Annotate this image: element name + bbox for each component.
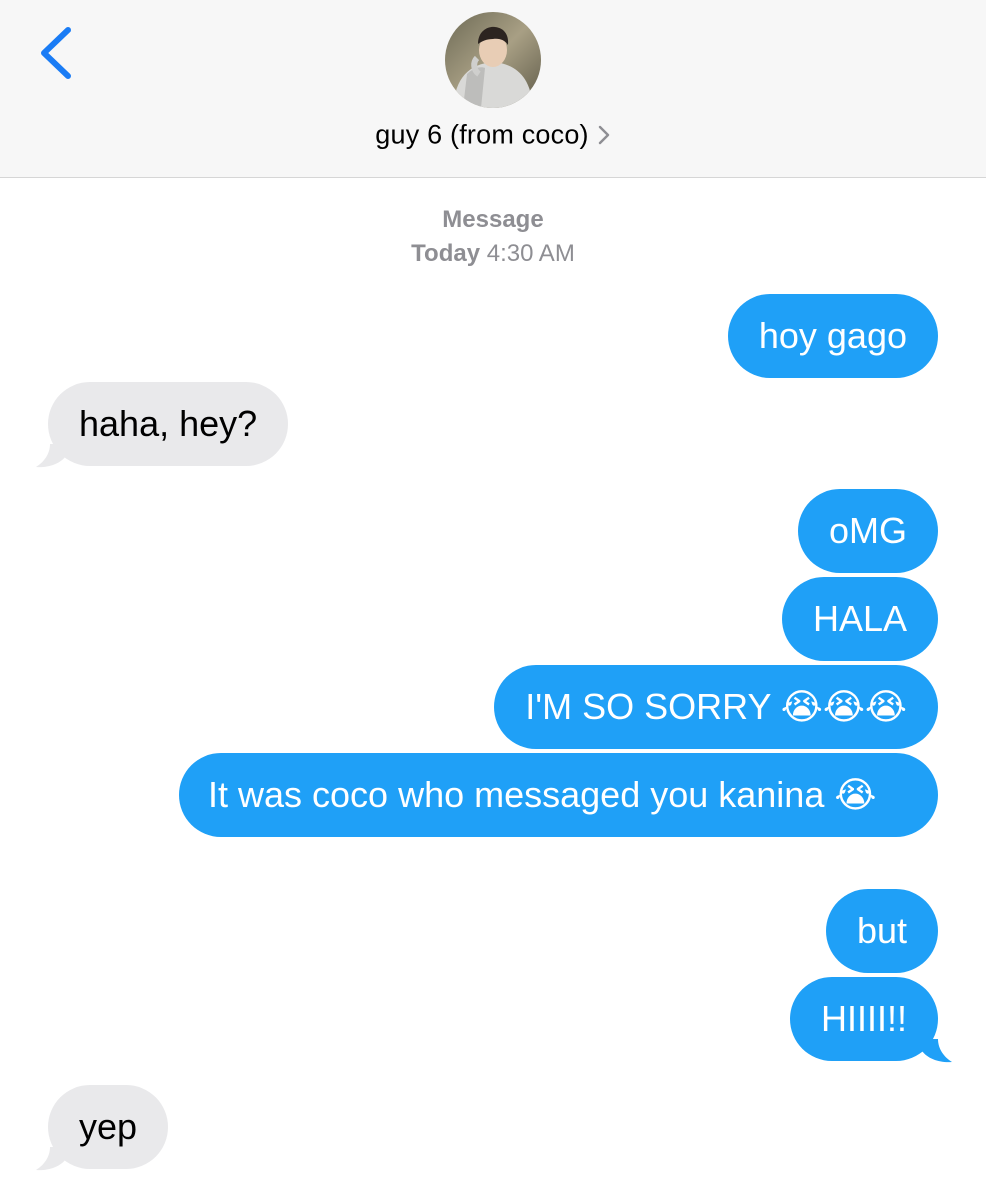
message-text: but [856,910,907,951]
messages-screen: guy 6 (from coco) Message Today 4:30 AM … [0,0,986,1200]
chevron-left-icon [41,27,71,79]
message-text: haha, hey? [79,403,258,444]
chevron-right-icon [598,125,609,145]
avatar[interactable] [445,12,541,108]
timestamp-time: 4:30 AM [486,240,575,267]
bubble-tail [922,1039,952,1063]
contact-name-button[interactable]: guy 6 (from coco) [0,118,986,154]
message-bubble-outgoing[interactable]: but [825,889,938,973]
contact-name: guy 6 (from coco) [375,119,589,150]
message-text: I'M SO SORRY 😭😭😭 [525,686,907,727]
message-text: yep [79,1106,138,1147]
bubble-tail [36,444,66,468]
back-button[interactable] [28,22,84,84]
message-bubble-outgoing[interactable]: I'M SO SORRY 😭😭😭 [494,665,938,749]
contact-photo [445,12,541,108]
message-text: HALA [812,598,907,639]
message-text: oMG [828,510,907,551]
message-service-label: Message [442,206,544,233]
message-bubble-outgoing[interactable]: HALA [781,577,938,661]
message-text: hoy gago [758,315,907,356]
timestamp-day: Today [411,240,481,267]
message-bubble-outgoing[interactable]: It was coco who messaged you kanina 😭 [179,753,938,837]
timestamp: Today 4:30 AM [0,240,986,268]
conversation-header: guy 6 (from coco) [0,0,986,178]
message-bubble-incoming[interactable]: haha, hey? [48,382,289,466]
message-bubble-outgoing[interactable]: HIIII!! [789,977,938,1061]
message-bubble-outgoing[interactable]: oMG [797,489,938,573]
bubble-tail [36,1147,66,1171]
message-text: HIIII!! [820,998,907,1039]
message-bubble-outgoing[interactable]: hoy gago [727,294,938,378]
message-text: It was coco who messaged you kanina 😭 [208,774,877,815]
